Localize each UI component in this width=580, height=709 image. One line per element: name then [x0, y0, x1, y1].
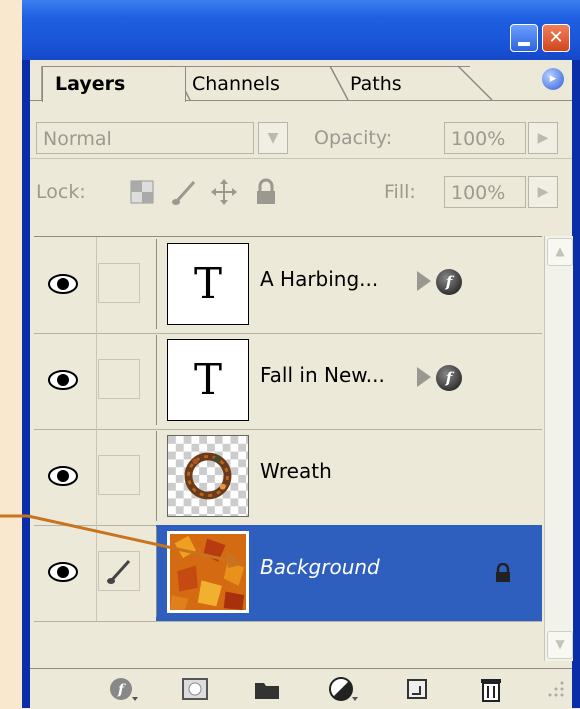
title-bar[interactable]: ✕	[22, 0, 580, 60]
text-layer-thumbnail: T	[167, 339, 249, 421]
close-icon: ✕	[548, 27, 564, 48]
opacity-field[interactable]: 100%	[444, 122, 526, 154]
paintbrush-toggle[interactable]	[98, 551, 140, 591]
visibility-toggle[interactable]	[34, 333, 97, 429]
fill-value: 100%	[451, 182, 506, 204]
autumn-leaves-thumbnail	[167, 531, 249, 613]
layer-list: T A Harbing... f T Fall in New... f Wrea…	[34, 236, 542, 622]
blend-row: Normal ▼ Opacity: 100% ▶	[30, 110, 572, 156]
layer-list-scrollbar[interactable]: ▲ ▼	[544, 236, 573, 661]
layer-thumbnail-frame: T	[156, 239, 249, 329]
minimize-icon	[518, 42, 530, 46]
visibility-toggle[interactable]	[34, 237, 97, 333]
lock-icon	[496, 563, 510, 582]
expand-effects-arrow-icon[interactable]	[417, 271, 431, 291]
fill-label: Fill:	[384, 181, 416, 203]
blend-mode-dropdown-button[interactable]: ▼	[258, 122, 288, 154]
tab-strip: Layers Channels Paths ▸	[30, 60, 572, 102]
panel-menu-icon: ▸	[549, 71, 557, 86]
layers-window: ✕ Layers Channels Paths ▸ Normal ▼ Opaci…	[22, 0, 580, 709]
link-toggle[interactable]	[98, 263, 140, 303]
tab-layers-label: Layers	[55, 73, 126, 95]
link-toggle[interactable]	[98, 455, 140, 495]
text-layer-icon: T	[193, 259, 222, 308]
link-toggle[interactable]	[98, 359, 140, 399]
layer-row-wreath[interactable]: Wreath	[34, 429, 542, 526]
layer-list-empty-area	[34, 622, 542, 658]
delete-layer-trash-icon[interactable]	[476, 675, 506, 703]
layer-panel-toolbar: f	[30, 668, 572, 709]
layer-name[interactable]: A Harbing...	[260, 267, 378, 291]
chevron-up-icon: ▲	[555, 244, 565, 258]
lock-paint-brush-icon[interactable]	[170, 178, 198, 206]
tab-layers[interactable]: Layers	[42, 66, 186, 102]
wreath-thumbnail	[167, 435, 249, 517]
fill-field[interactable]: 100%	[444, 176, 526, 208]
tab-paths[interactable]: Paths	[338, 66, 470, 101]
new-group-folder-icon[interactable]	[252, 675, 282, 703]
minimize-button[interactable]	[510, 24, 538, 52]
lock-transparency-icon[interactable]	[130, 180, 154, 204]
layers-panel: Layers Channels Paths ▸ Normal ▼ Opacity…	[30, 60, 573, 709]
chevron-down-icon: ▼	[555, 637, 565, 651]
tab-channels-label: Channels	[192, 73, 280, 95]
chevron-right-icon: ▶	[537, 184, 549, 200]
text-layer-thumbnail: T	[167, 243, 249, 325]
divider	[30, 158, 572, 159]
chevron-right-icon: ▶	[537, 130, 549, 146]
add-layer-style-icon[interactable]: f	[108, 675, 138, 703]
fill-slider-button[interactable]: ▶	[528, 176, 558, 208]
lock-row: Lock: Fill: 100% ▶	[30, 168, 572, 214]
new-layer-icon[interactable]	[402, 675, 432, 703]
visibility-toggle[interactable]	[34, 429, 97, 525]
scroll-up-button[interactable]: ▲	[547, 238, 573, 266]
chevron-down-icon: ▼	[267, 130, 279, 146]
layer-thumbnail-frame	[156, 527, 249, 617]
lock-all-icon[interactable]	[254, 178, 278, 206]
panel-menu-button[interactable]: ▸	[542, 68, 564, 90]
layer-name[interactable]: Fall in New...	[260, 363, 385, 387]
layer-row-harbinger[interactable]: T A Harbing... f	[34, 237, 542, 334]
layer-row-fall[interactable]: T Fall in New... f	[34, 333, 542, 430]
lock-position-move-icon[interactable]	[210, 178, 238, 206]
eye-icon	[48, 562, 78, 582]
new-adjustment-layer-icon[interactable]	[328, 675, 358, 703]
blend-mode-value: Normal	[43, 128, 112, 150]
paintbrush-icon	[107, 559, 131, 584]
eye-icon	[48, 370, 78, 390]
layer-thumbnail-frame: T	[156, 335, 249, 425]
opacity-slider-button[interactable]: ▶	[528, 122, 558, 154]
layer-thumbnail-frame	[156, 431, 249, 521]
add-layer-mask-icon[interactable]	[180, 675, 210, 703]
resize-grip-icon[interactable]	[538, 675, 568, 703]
tab-paths-label: Paths	[350, 73, 402, 95]
blend-mode-select[interactable]: Normal	[36, 122, 254, 154]
scroll-down-button[interactable]: ▼	[547, 631, 573, 659]
eye-icon	[48, 274, 78, 294]
text-layer-icon: T	[193, 355, 222, 404]
close-button[interactable]: ✕	[542, 24, 570, 52]
opacity-value: 100%	[451, 128, 506, 150]
opacity-label: Opacity:	[314, 127, 393, 149]
layer-row-background[interactable]: Background	[34, 525, 542, 622]
lock-label: Lock:	[36, 181, 86, 203]
visibility-toggle[interactable]	[34, 525, 97, 621]
eye-icon	[48, 466, 78, 486]
layer-name[interactable]: Wreath	[260, 459, 332, 483]
layer-effects-icon: f	[436, 269, 462, 295]
layer-name[interactable]: Background	[260, 555, 380, 579]
tab-channels[interactable]: Channels	[180, 66, 342, 101]
expand-effects-arrow-icon[interactable]	[417, 367, 431, 387]
layer-effects-icon: f	[436, 365, 462, 391]
